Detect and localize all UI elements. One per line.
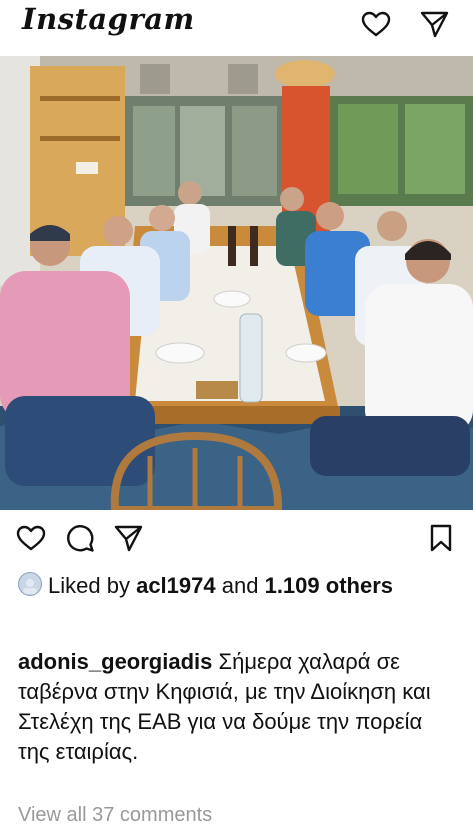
likes-joiner: and (221, 573, 259, 598)
likes-suffix[interactable]: others (326, 573, 393, 598)
share-icon[interactable] (112, 522, 144, 554)
likes-prefix: Liked by (48, 573, 130, 598)
post-image (0, 56, 473, 510)
caption-username[interactable]: adonis_georgiadis (18, 649, 212, 674)
instagram-logo: Instagram (22, 2, 195, 36)
likes-summary[interactable]: Liked by acl1974 and 1.109 others (18, 570, 458, 601)
like-heart-icon[interactable] (15, 522, 47, 554)
view-comments-link[interactable]: View all 37 comments (18, 804, 212, 827)
post-caption: adonis_georgiadis Σήμερα χαλαρά σε ταβέρ… (18, 647, 458, 767)
likes-count[interactable]: 1.109 (265, 573, 320, 598)
liker-username[interactable]: acl1974 (136, 573, 216, 598)
post-actions (0, 518, 473, 558)
comment-icon[interactable] (64, 522, 96, 554)
post-photo[interactable] (0, 56, 473, 510)
liker-avatar (18, 572, 42, 596)
top-bar: Instagram (0, 0, 473, 56)
heart-icon[interactable] (360, 8, 392, 40)
direct-message-icon[interactable] (418, 8, 450, 40)
bookmark-icon[interactable] (425, 522, 457, 554)
